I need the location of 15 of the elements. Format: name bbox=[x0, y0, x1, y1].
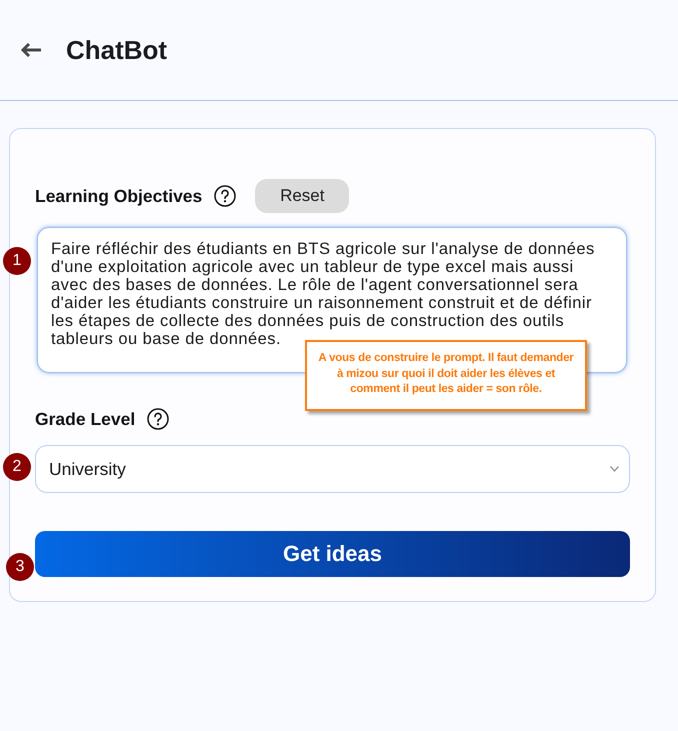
back-button[interactable] bbox=[21, 43, 41, 57]
reset-button[interactable]: Reset bbox=[255, 179, 350, 213]
annotation-callout: A vous de construire le prompt. Il faut demander à mizou sur quoi il doit aider les élèves et comment il peut les aider = son rôle. bbox=[305, 340, 587, 411]
back-arrow-icon bbox=[21, 43, 41, 57]
annotation-marker: 2 bbox=[3, 453, 31, 481]
annotation-marker: 1 bbox=[3, 247, 31, 275]
annotation-marker: 3 bbox=[6, 553, 34, 581]
help-icon[interactable] bbox=[147, 408, 170, 430]
help-icon[interactable] bbox=[214, 185, 236, 207]
chevron-down-icon bbox=[610, 466, 619, 472]
get-ideas-button[interactable]: Get ideas bbox=[35, 531, 630, 577]
field-label: Grade Level bbox=[35, 408, 136, 430]
field-label: Learning Objectives bbox=[35, 186, 202, 206]
page-title: ChatBot bbox=[66, 34, 168, 66]
grade-level-dropdown[interactable]: University bbox=[35, 445, 630, 493]
